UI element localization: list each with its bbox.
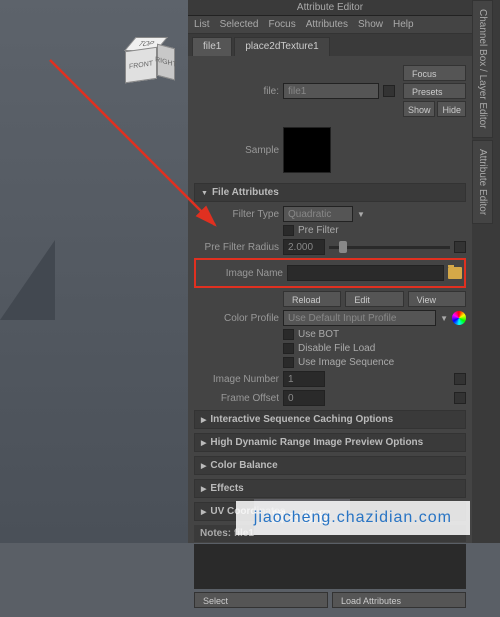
dropdown-arrow-icon: ▼ [357,210,365,219]
color-profile-dropdown[interactable]: Use Default Input Profile [283,310,436,326]
edit-button[interactable]: Edit [345,291,403,307]
tab-place2dtexture1[interactable]: place2dTexture1 [234,37,329,56]
file-label: file: [194,86,279,97]
node-indicator-icon[interactable] [383,85,395,97]
disable-file-load-checkbox[interactable] [283,343,294,354]
sidebar-tab-attribute-editor[interactable]: Attribute Editor [472,140,493,224]
file-name-field[interactable]: file1 [283,83,379,99]
use-bot-label: Use BOT [298,329,339,340]
arrow-right-icon [201,483,206,494]
attribute-editor-panel: Attribute Editor List Selected Focus Att… [188,0,472,543]
tab-file1[interactable]: file1 [192,37,232,56]
right-sidebar: Channel Box / Layer Editor Attribute Edi… [472,0,500,543]
arrow-down-icon [201,187,208,198]
section-color-balance[interactable]: Color Balance [194,456,466,475]
sample-swatch[interactable] [283,127,331,173]
section-hdr-preview[interactable]: High Dynamic Range Image Preview Options [194,433,466,452]
frame-offset-field[interactable]: 0 [283,390,325,406]
presets-button[interactable]: Presets [403,83,466,99]
watermark-url: jiaocheng.chazidian.com [236,501,470,535]
image-number-label: Image Number [194,374,279,385]
pre-filter-checkbox[interactable] [283,225,294,236]
sample-label: Sample [194,145,279,156]
view-cube[interactable]: TOP FRONT RIGHT [125,35,173,83]
cube-front[interactable]: FRONT [125,47,157,83]
sidebar-tab-channel-box[interactable]: Channel Box / Layer Editor [472,0,493,138]
frame-offset-label: Frame Offset [194,393,279,404]
disable-file-load-label: Disable File Load [298,343,375,354]
mesh-triangle [0,240,55,320]
menu-attributes[interactable]: Attributes [306,19,348,30]
arrow-right-icon [201,460,206,471]
viewport-3d[interactable]: TOP FRONT RIGHT [0,0,188,543]
use-bot-checkbox[interactable] [283,329,294,340]
menu-show[interactable]: Show [358,19,383,30]
show-button[interactable]: Show [403,101,436,117]
menu-help[interactable]: Help [393,19,414,30]
dropdown-arrow-icon: ▼ [440,314,448,323]
cube-right[interactable]: RIGHT [157,44,175,81]
pre-filter-radius-label: Pre Filter Radius [194,242,279,253]
node-tabs: file1 place2dTexture1 [188,34,472,56]
section-effects[interactable]: Effects [194,479,466,498]
section-interactive-caching[interactable]: Interactive Sequence Caching Options [194,410,466,429]
use-image-sequence-label: Use Image Sequence [298,357,394,368]
menu-list[interactable]: List [194,19,210,30]
map-button-icon[interactable] [454,392,466,404]
notes-textarea[interactable] [194,544,466,589]
focus-button[interactable]: Focus [403,65,466,81]
image-name-label: Image Name [198,268,283,279]
menu-selected[interactable]: Selected [220,19,259,30]
color-profile-label: Color Profile [194,313,279,324]
menu-bar: List Selected Focus Attributes Show Help [188,16,472,34]
menu-focus[interactable]: Focus [268,19,295,30]
map-button-icon[interactable] [454,241,466,253]
map-button-icon[interactable] [454,373,466,385]
filter-type-dropdown[interactable]: Quadratic [283,206,353,222]
image-name-field[interactable] [287,265,444,281]
pre-filter-radius-slider[interactable] [329,246,450,249]
arrow-right-icon [201,437,206,448]
pre-filter-label: Pre Filter [298,225,339,236]
color-wheel-icon[interactable] [452,311,466,325]
panel-title: Attribute Editor [188,0,472,16]
pre-filter-radius-field[interactable]: 2.000 [283,239,325,255]
arrow-right-icon [201,414,206,425]
reload-button[interactable]: Reload [283,291,341,307]
use-image-sequence-checkbox[interactable] [283,357,294,368]
arrow-right-icon [201,506,206,517]
annotation-highlight: Image Name [194,258,466,288]
image-number-field[interactable]: 1 [283,371,325,387]
filter-type-label: Filter Type [194,209,279,220]
load-attributes-button[interactable]: Load Attributes [332,592,466,608]
view-button[interactable]: View [408,291,466,307]
section-file-attributes[interactable]: File Attributes [194,183,466,202]
select-button[interactable]: Select [194,592,328,608]
hide-button[interactable]: Hide [437,101,466,117]
folder-icon[interactable] [448,267,462,279]
